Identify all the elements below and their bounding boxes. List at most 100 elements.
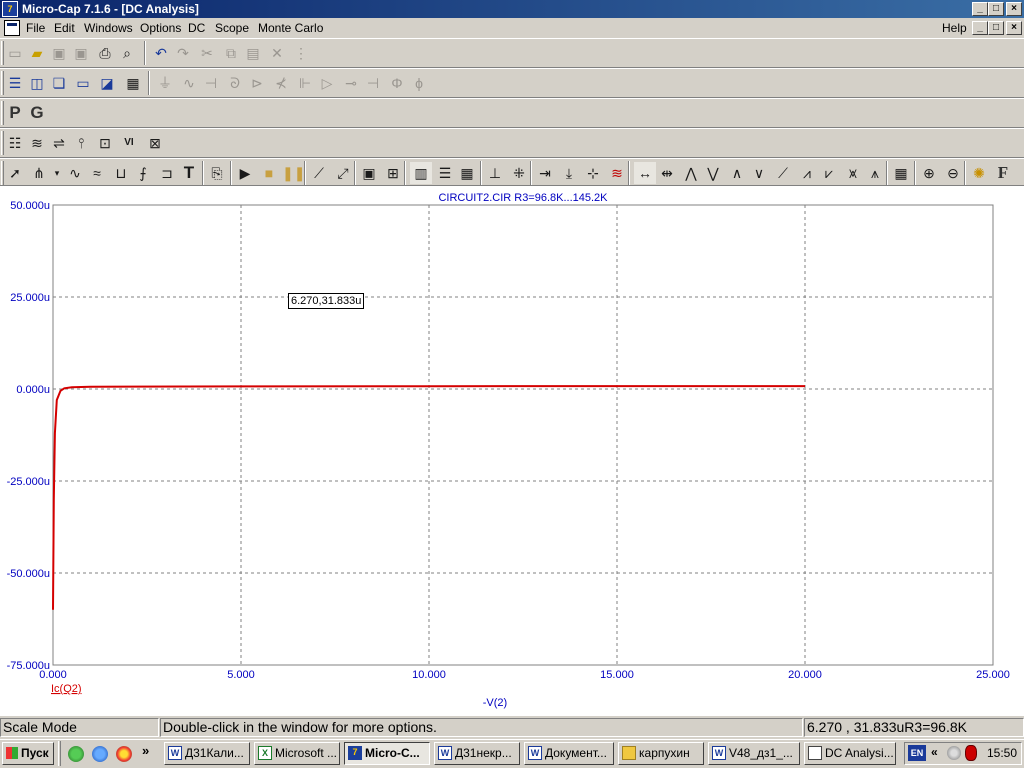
doc-close-button[interactable]: × xyxy=(1006,21,1022,35)
document-icon[interactable] xyxy=(4,20,20,36)
ground-icon[interactable]: ⏚ xyxy=(154,72,176,94)
task-button-active[interactable]: 7 Micro-C... xyxy=(344,742,430,765)
task-button[interactable]: W Д31некр... xyxy=(434,742,520,765)
auto-scale-icon[interactable]: ⤢ xyxy=(332,162,354,184)
plot-area[interactable]: 50.000u 25.000u 0.000u -25.000u -50.000u -75.… xyxy=(0,186,1024,716)
graph-button[interactable]: G xyxy=(26,102,48,124)
doc-restore-button[interactable]: □ xyxy=(988,21,1004,35)
cursor-peak-icon[interactable]: ⊹ xyxy=(582,162,604,184)
save-all-icon[interactable]: ▣ xyxy=(70,42,92,64)
text-tool-button[interactable]: T xyxy=(178,162,200,184)
cascade-icon[interactable]: ❏ xyxy=(48,72,70,94)
menu-scope[interactable]: Scope xyxy=(215,21,249,35)
probe-button[interactable]: P xyxy=(4,102,26,124)
marker-icon[interactable]: ⫯ xyxy=(70,132,92,154)
plot-window-icon[interactable]: ⊡ xyxy=(94,132,116,154)
undo-icon[interactable]: ↶ xyxy=(150,42,172,64)
browser-icon[interactable] xyxy=(116,746,132,762)
cursor-label[interactable]: 6.270,31.833u xyxy=(288,293,365,309)
tile-horizontal-icon[interactable]: ☰ xyxy=(4,72,26,94)
inductor-icon[interactable]: ᘐ xyxy=(224,72,246,94)
quicklaunch-more-icon[interactable]: » xyxy=(142,743,149,758)
vertical-tag-icon[interactable]: ⨍ xyxy=(132,162,154,184)
stop-icon[interactable]: ■ xyxy=(258,162,280,184)
network-icon[interactable] xyxy=(947,746,961,760)
diode-icon[interactable]: ⊳ xyxy=(246,72,268,94)
cursor-down-icon[interactable]: ⤓ xyxy=(558,162,580,184)
menu-monte-carlo[interactable]: Monte Carlo xyxy=(258,21,323,35)
app-icon[interactable]: 7 xyxy=(2,1,18,17)
minor-grid-icon[interactable]: ▥ xyxy=(410,162,432,184)
performance-tag-icon[interactable]: ⊐ xyxy=(156,162,178,184)
point-tag-icon[interactable]: ≈ xyxy=(86,162,108,184)
data-points-icon[interactable]: ▦ xyxy=(456,162,478,184)
capacitor-icon[interactable]: ⊣ xyxy=(200,72,222,94)
copy-icon[interactable]: ⧉ xyxy=(220,42,242,64)
switch-icon[interactable]: ⊸ xyxy=(340,72,362,94)
save-icon[interactable]: ▣ xyxy=(48,42,70,64)
color-palette-icon[interactable]: ✺ xyxy=(968,162,990,184)
zoom-plot-icon[interactable]: ⊠ xyxy=(144,132,166,154)
select-arrow-icon[interactable]: ➚ xyxy=(4,162,26,184)
global-low-icon[interactable]: ⩗ xyxy=(818,162,840,184)
table-icon[interactable]: ▦ xyxy=(890,162,912,184)
voltage-source-icon[interactable]: Φ xyxy=(386,72,408,94)
cursor-left-icon[interactable]: ⇥ xyxy=(534,162,556,184)
bottom-icon[interactable]: ⩚ xyxy=(864,162,886,184)
view-frame-icon[interactable]: ▣ xyxy=(358,162,380,184)
language-indicator[interactable]: EN xyxy=(908,745,926,761)
next-point-icon[interactable]: ⇹ xyxy=(656,162,678,184)
opamp-icon[interactable]: ▷ xyxy=(316,72,338,94)
delete-icon[interactable]: ✕ xyxy=(266,42,288,64)
antivirus-icon[interactable] xyxy=(965,745,977,761)
paste-icon[interactable]: ▤ xyxy=(242,42,264,64)
cut-icon[interactable]: ✂ xyxy=(196,42,218,64)
battery-icon[interactable]: ⊣ xyxy=(362,72,384,94)
top-icon[interactable]: ⩙ xyxy=(842,162,864,184)
waveform-icon[interactable]: ≋ xyxy=(26,132,48,154)
stepping-icon[interactable]: ⇌ xyxy=(48,132,70,154)
high-icon[interactable]: ∧ xyxy=(726,162,748,184)
task-button[interactable]: DC Analysi... xyxy=(804,742,896,765)
zoom-in-icon[interactable]: ⊕ xyxy=(918,162,940,184)
grid-icon[interactable]: ⊞ xyxy=(382,162,404,184)
split-window-icon[interactable]: ◪ xyxy=(96,72,118,94)
redo-icon[interactable]: ↷ xyxy=(172,42,194,64)
maximize-button[interactable]: □ xyxy=(988,2,1004,16)
dc-analysis-chart[interactable]: 50.000u25.000u0.000u-25.000u-50.000u-75.… xyxy=(0,186,1024,716)
print-icon[interactable]: ⎙ xyxy=(94,42,116,64)
internet-explorer-icon[interactable] xyxy=(92,746,108,762)
doc-minimize-button[interactable]: _ xyxy=(972,21,988,35)
horizontal-tag-icon[interactable]: ⊔ xyxy=(110,162,132,184)
cursor-mode-icon[interactable]: ↔ xyxy=(634,162,656,184)
run-icon[interactable]: ▶ xyxy=(234,162,256,184)
select-all-icon[interactable]: ⋮ xyxy=(290,42,312,64)
menu-dc[interactable]: DC xyxy=(188,21,205,35)
scale-mode-icon[interactable]: ∿ xyxy=(64,162,86,184)
tile-vertical-icon[interactable]: ◫ xyxy=(26,72,48,94)
open-folder-icon[interactable]: ▰ xyxy=(26,42,48,64)
window-icon[interactable]: ▭ xyxy=(72,72,94,94)
pause-icon[interactable]: ❚❚ xyxy=(282,162,305,184)
v-id-icon[interactable]: VI xyxy=(118,132,140,154)
task-button[interactable]: W Д31Кали... xyxy=(164,742,250,765)
tray-expand-icon[interactable]: « xyxy=(931,745,938,759)
properties-icon[interactable]: ⎘ xyxy=(206,162,228,184)
current-source-icon[interactable]: ϕ xyxy=(408,72,430,94)
token-icon[interactable]: ☰ xyxy=(434,162,456,184)
zoom-out-icon[interactable]: ⊖ xyxy=(942,162,964,184)
linear-scale-icon[interactable]: ⟋ xyxy=(308,162,330,184)
task-button[interactable]: карпухин xyxy=(618,742,704,765)
curve-color-icon[interactable]: ≋ xyxy=(606,162,628,184)
menu-file[interactable]: File xyxy=(26,21,45,35)
menu-help[interactable]: Help xyxy=(942,21,967,35)
format-button[interactable]: F xyxy=(992,162,1014,184)
peak-icon[interactable]: ⋀ xyxy=(680,162,702,184)
transistor-icon[interactable]: ⊀ xyxy=(270,72,292,94)
calculator-icon[interactable]: ▦ xyxy=(122,72,144,94)
valley-icon[interactable]: ⋁ xyxy=(702,162,724,184)
minimize-button[interactable]: _ xyxy=(972,2,988,16)
menu-windows[interactable]: Windows xyxy=(84,21,133,35)
task-button[interactable]: X Microsoft ... xyxy=(254,742,340,765)
crosshair-icon[interactable]: ⁜ xyxy=(508,162,530,184)
